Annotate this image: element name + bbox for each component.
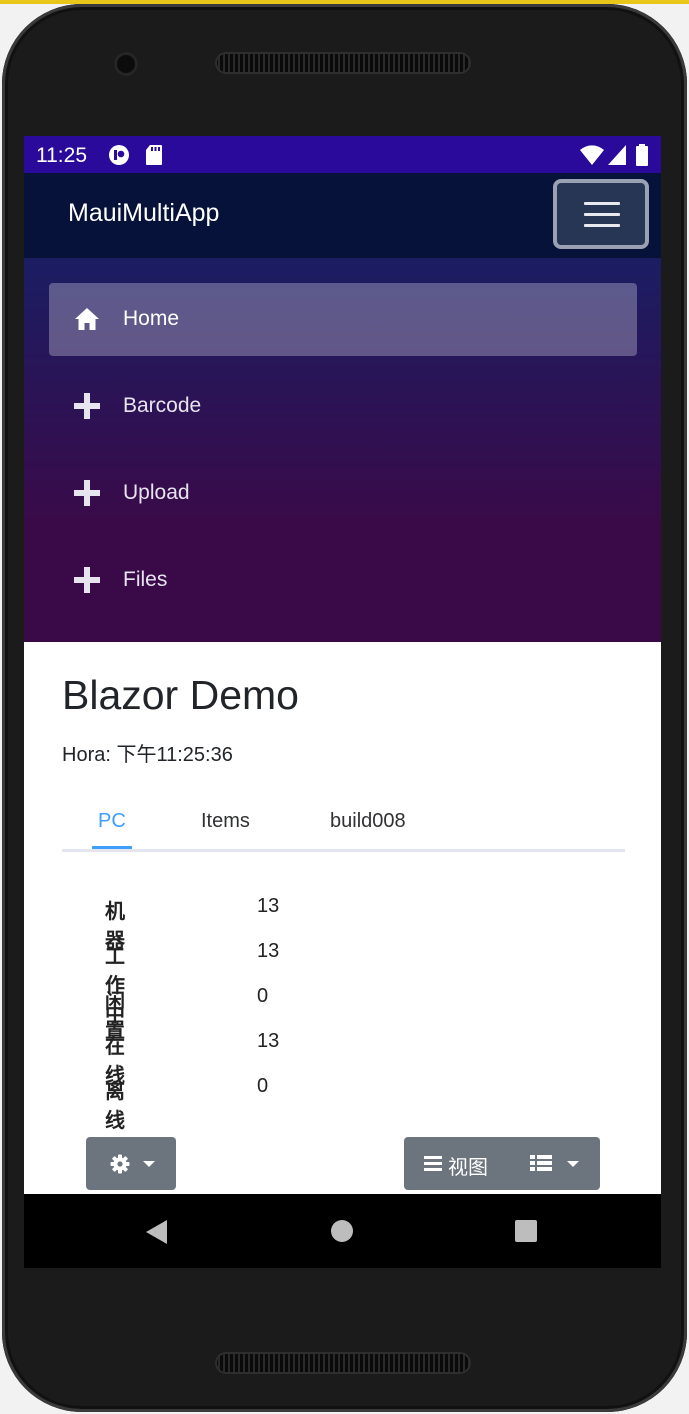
stat-value: 13 — [257, 1030, 280, 1052]
bars-icon — [424, 1155, 442, 1177]
app-brand[interactable]: MauiMultiApp — [68, 199, 219, 228]
recents-icon[interactable] — [514, 1219, 538, 1248]
stat-value: 13 — [257, 895, 280, 917]
current-time-label: Hora: 下午11:25:36 — [62, 744, 233, 766]
back-icon[interactable] — [145, 1219, 169, 1250]
device-screen: 11:25 MauiMultiApp Home Barcode Upload F… — [24, 136, 661, 1268]
nav-item-label: Home — [123, 307, 180, 330]
app-notification-icon — [108, 144, 130, 171]
stat-label: 离线 — [105, 1081, 125, 1132]
app-header: MauiMultiApp — [24, 173, 661, 258]
view-button-label: 视图 — [448, 1157, 488, 1179]
main-content: Blazor Demo Hora: 下午11:25:36 PC Items bu… — [24, 642, 661, 1194]
plus-icon — [73, 479, 101, 507]
nav-item-barcode[interactable]: Barcode — [49, 370, 637, 443]
android-navigation-bar — [24, 1194, 661, 1268]
tab-items[interactable]: Items — [201, 810, 250, 833]
nav-item-label: Files — [123, 568, 168, 591]
bottom-speaker-grille — [215, 1352, 471, 1374]
nav-item-label: Upload — [123, 481, 190, 504]
menu-toggle-button[interactable] — [553, 179, 649, 249]
stat-value: 13 — [257, 940, 280, 962]
status-bar: 11:25 — [24, 136, 661, 173]
list-view-dropdown-button[interactable] — [514, 1137, 600, 1190]
top-speaker-grille — [215, 52, 471, 74]
status-time: 11:25 — [36, 144, 87, 167]
signal-icon — [607, 144, 627, 171]
nav-item-files[interactable]: Files — [49, 544, 637, 617]
chevron-down-icon — [567, 1161, 579, 1167]
gear-icon — [110, 1154, 130, 1179]
stat-value: 0 — [257, 985, 269, 1007]
tab-pc[interactable]: PC — [98, 810, 126, 833]
plus-icon — [73, 392, 101, 420]
battery-icon — [635, 144, 649, 171]
active-tab-indicator — [92, 846, 132, 849]
nav-menu: Home Barcode Upload Files — [24, 258, 661, 642]
nav-item-home[interactable]: Home — [49, 283, 637, 356]
tab-bar: PC Items build008 — [62, 802, 625, 852]
view-button-group: 视图 — [404, 1137, 600, 1190]
home-circle-icon[interactable] — [330, 1219, 354, 1248]
tab-build008[interactable]: build008 — [330, 810, 406, 833]
page-title: Blazor Demo — [62, 672, 299, 718]
nav-item-upload[interactable]: Upload — [49, 457, 637, 530]
list-icon — [530, 1154, 552, 1177]
sd-card-icon — [145, 144, 163, 171]
home-icon — [73, 305, 101, 333]
view-button[interactable]: 视图 — [404, 1137, 514, 1190]
settings-dropdown-button[interactable] — [86, 1137, 176, 1190]
wifi-icon — [579, 144, 605, 171]
plus-icon — [73, 566, 101, 594]
front-camera — [114, 52, 138, 76]
chevron-down-icon — [143, 1161, 155, 1167]
nav-item-label: Barcode — [123, 394, 202, 417]
stat-value: 0 — [257, 1075, 269, 1097]
